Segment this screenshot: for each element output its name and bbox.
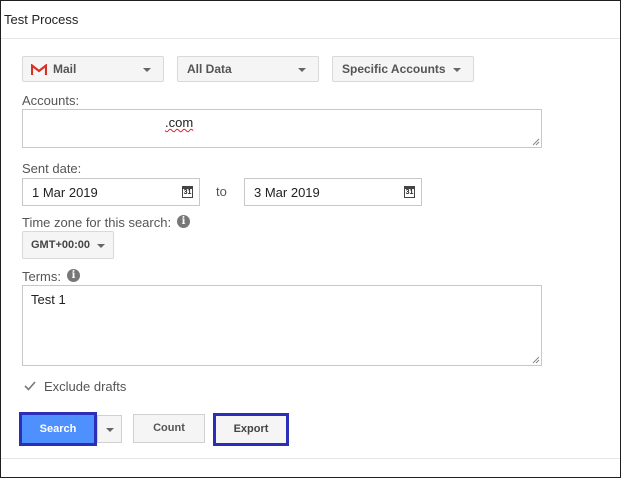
- title-divider: [1, 38, 620, 39]
- window-title: Test Process: [4, 12, 79, 27]
- chevron-down-icon: [453, 68, 461, 72]
- accounts-input[interactable]: .com: [22, 109, 542, 148]
- data-scope-dropdown-label: All Data: [187, 62, 232, 76]
- export-button[interactable]: Export: [213, 413, 289, 446]
- search-button[interactable]: Search: [19, 412, 97, 446]
- sent-date-label: Sent date:: [22, 161, 82, 176]
- chevron-down-icon: [298, 68, 306, 72]
- terms-value: Test 1: [31, 292, 66, 307]
- dialog-window: Test Process Mail All Data Specific Acco…: [0, 0, 621, 478]
- accounts-label: Accounts:: [22, 93, 80, 108]
- entity-dropdown[interactable]: Specific Accounts: [332, 56, 474, 82]
- exclude-drafts-label[interactable]: Exclude drafts: [44, 379, 126, 394]
- date-range-to-label: to: [216, 184, 227, 199]
- entity-dropdown-label: Specific Accounts: [342, 62, 446, 76]
- timezone-value: GMT+00:00: [31, 239, 90, 251]
- timezone-label: Time zone for this search:: [22, 215, 172, 230]
- resize-grip-icon[interactable]: [531, 137, 540, 146]
- terms-label: Terms:: [22, 269, 61, 284]
- gmail-icon: [31, 64, 47, 75]
- chevron-down-icon: [106, 428, 114, 432]
- terms-input[interactable]: Test 1: [22, 285, 542, 366]
- timezone-dropdown[interactable]: GMT+00:00: [22, 231, 114, 259]
- chevron-down-icon: [143, 68, 151, 72]
- sent-date-to-value: 3 Mar 2019: [254, 185, 320, 200]
- count-button[interactable]: Count: [133, 414, 205, 443]
- chevron-down-icon: [97, 244, 105, 248]
- info-icon[interactable]: i: [67, 269, 80, 282]
- sent-date-from-value: 1 Mar 2019: [32, 185, 98, 200]
- resize-grip-icon[interactable]: [531, 355, 540, 364]
- exclude-drafts-checkbox[interactable]: [23, 379, 37, 393]
- calendar-icon[interactable]: 31: [182, 186, 193, 198]
- search-options-dropdown[interactable]: [97, 415, 122, 443]
- data-scope-dropdown[interactable]: All Data: [177, 56, 319, 82]
- sent-date-to-input[interactable]: 3 Mar 2019 31: [244, 178, 422, 206]
- sent-date-from-input[interactable]: 1 Mar 2019 31: [22, 178, 200, 206]
- service-dropdown-label: Mail: [53, 62, 77, 76]
- accounts-value: .com: [165, 115, 194, 130]
- info-icon[interactable]: i: [177, 215, 190, 228]
- calendar-icon[interactable]: 31: [404, 186, 415, 198]
- footer-divider: [1, 458, 620, 459]
- service-dropdown[interactable]: Mail: [22, 56, 164, 82]
